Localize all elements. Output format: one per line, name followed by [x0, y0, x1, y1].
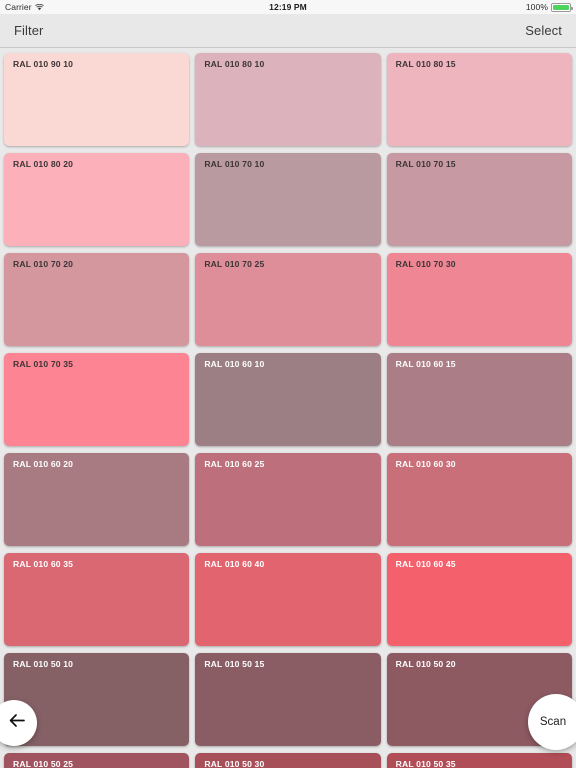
color-swatch-label: RAL 010 80 10: [204, 59, 265, 69]
color-swatch-label: RAL 010 70 25: [204, 259, 265, 269]
color-swatch-label: RAL 010 50 25: [13, 759, 74, 768]
color-swatch[interactable]: RAL 010 70 10: [195, 153, 381, 246]
color-swatch[interactable]: RAL 010 80 20: [4, 153, 190, 246]
color-swatch[interactable]: RAL 010 70 15: [386, 153, 572, 246]
select-button[interactable]: Select: [525, 23, 562, 38]
color-swatch[interactable]: RAL 010 60 45: [386, 553, 572, 646]
color-swatch[interactable]: RAL 010 70 30: [386, 253, 572, 346]
color-swatch-label: RAL 010 70 35: [13, 359, 74, 369]
status-bar: Carrier 12:19 PM 100%: [0, 0, 576, 14]
color-swatch-label: RAL 010 60 40: [204, 559, 265, 569]
battery-full-icon: [551, 2, 573, 12]
color-swatch-label: RAL 010 60 20: [13, 459, 74, 469]
battery-percent-label: 100%: [525, 2, 548, 12]
color-swatch-label: RAL 010 60 25: [204, 459, 265, 469]
color-swatch-label: RAL 010 50 30: [204, 759, 265, 768]
color-swatch-label: RAL 010 80 20: [13, 159, 74, 169]
color-swatch[interactable]: RAL 010 60 40: [195, 553, 381, 646]
color-swatch[interactable]: RAL 010 80 10: [195, 53, 381, 146]
scan-button[interactable]: Scan: [528, 694, 576, 750]
color-swatch[interactable]: RAL 010 60 25: [195, 453, 381, 546]
color-swatch[interactable]: RAL 010 70 25: [195, 253, 381, 346]
color-swatch-label: RAL 010 50 10: [13, 659, 74, 669]
arrow-left-icon: [2, 714, 26, 732]
color-swatch[interactable]: RAL 010 60 10: [195, 353, 381, 446]
color-swatch-label: RAL 010 90 10: [13, 59, 74, 69]
status-bar-time: 12:19 PM: [269, 2, 307, 12]
color-swatch-label: RAL 010 70 30: [395, 259, 456, 269]
color-swatch[interactable]: RAL 010 70 35: [4, 353, 190, 446]
color-swatch[interactable]: RAL 010 50 25: [4, 753, 190, 768]
color-swatch[interactable]: RAL 010 60 35: [4, 553, 190, 646]
color-swatch-label: RAL 010 80 15: [395, 59, 456, 69]
color-swatch[interactable]: RAL 010 70 20: [4, 253, 190, 346]
color-swatch-label: RAL 010 60 45: [395, 559, 456, 569]
color-swatch-label: RAL 010 60 10: [204, 359, 265, 369]
navigation-bar: Filter Select: [0, 14, 576, 48]
status-bar-right: 100%: [525, 2, 573, 12]
scan-button-label: Scan: [539, 716, 567, 728]
color-swatch[interactable]: RAL 010 60 20: [4, 453, 190, 546]
color-swatch[interactable]: RAL 010 50 15: [195, 653, 381, 746]
color-swatch-label: RAL 010 60 30: [395, 459, 456, 469]
filter-button[interactable]: Filter: [14, 23, 44, 38]
color-swatch-label: RAL 010 60 35: [13, 559, 74, 569]
color-swatch-label: RAL 010 50 20: [395, 659, 456, 669]
color-swatch[interactable]: RAL 010 60 15: [386, 353, 572, 446]
color-swatch-label: RAL 010 60 15: [395, 359, 456, 369]
color-swatch-label: RAL 010 50 35: [395, 759, 456, 768]
app-root: Carrier 12:19 PM 100% Filter Select RAL …: [0, 0, 576, 768]
color-swatch[interactable]: RAL 010 60 30: [386, 453, 572, 546]
color-swatch-label: RAL 010 70 10: [204, 159, 265, 169]
color-swatch[interactable]: RAL 010 80 15: [386, 53, 572, 146]
color-swatch-label: RAL 010 70 15: [395, 159, 456, 169]
color-swatch[interactable]: RAL 010 50 30: [195, 753, 381, 768]
color-swatch[interactable]: RAL 010 90 10: [4, 53, 190, 146]
color-swatch-label: RAL 010 50 15: [204, 659, 265, 669]
color-swatch[interactable]: RAL 010 50 35: [386, 753, 572, 768]
color-swatch-grid[interactable]: RAL 010 90 10 RAL 010 80 10 RAL 010 80 15 R…: [0, 49, 576, 768]
color-swatch-label: RAL 010 70 20: [13, 259, 74, 269]
